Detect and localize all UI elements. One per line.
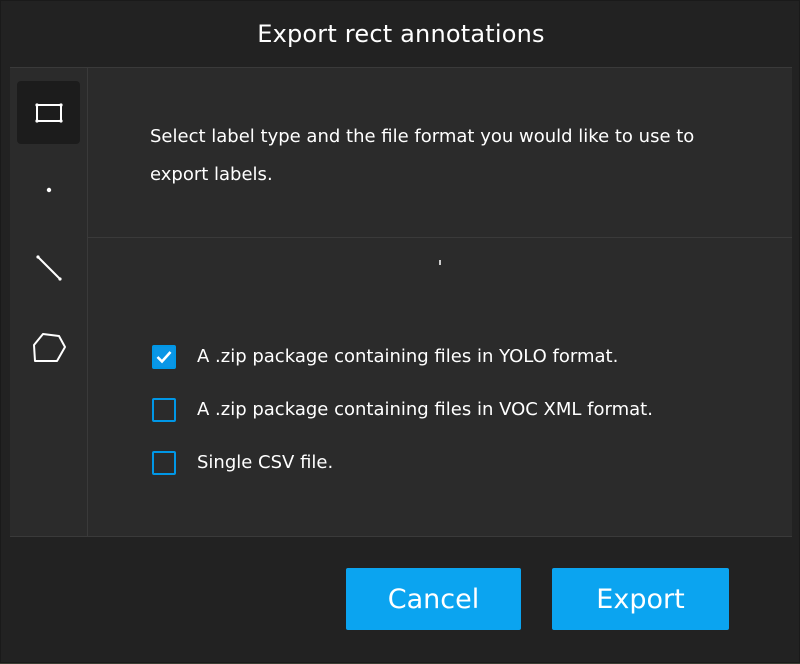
dialog-content: Select label type and the file format yo… <box>10 67 792 537</box>
small-mark <box>439 260 441 265</box>
yolo-checkbox[interactable] <box>152 344 176 369</box>
voc-xml-checkbox[interactable] <box>152 397 176 422</box>
label-type-toolbox <box>10 68 88 536</box>
format-options: A .zip package containing files in YOLO … <box>152 330 653 489</box>
option-label: Single CSV file. <box>197 452 334 473</box>
option-voc-xml[interactable]: A .zip package containing files in VOC X… <box>152 383 653 436</box>
csv-checkbox[interactable] <box>152 450 176 475</box>
tool-rect[interactable] <box>17 81 80 144</box>
option-csv[interactable]: Single CSV file. <box>152 436 653 489</box>
cancel-button[interactable]: Cancel <box>346 568 521 630</box>
export-button[interactable]: Export <box>552 568 729 630</box>
dialog-footer: Cancel Export <box>1 537 800 664</box>
line-icon <box>35 254 62 281</box>
section-divider <box>88 237 792 238</box>
checkmark-icon <box>156 350 172 363</box>
tool-point[interactable] <box>17 158 80 221</box>
point-icon <box>46 187 51 192</box>
option-yolo[interactable]: A .zip package containing files in YOLO … <box>152 330 653 383</box>
option-label: A .zip package containing files in VOC X… <box>197 399 653 420</box>
tool-polygon[interactable] <box>17 316 80 379</box>
dialog-title: Export rect annotations <box>257 20 545 48</box>
export-dialog: Export rect annotations Select label typ… <box>0 0 800 663</box>
polygon-icon <box>32 332 66 362</box>
dialog-header: Export rect annotations <box>1 1 800 67</box>
rectangle-icon <box>34 102 63 123</box>
option-label: A .zip package containing files in YOLO … <box>197 346 619 367</box>
export-description: Select label type and the file format yo… <box>150 126 695 185</box>
export-options-panel: Select label type and the file format yo… <box>88 68 792 536</box>
tool-line[interactable] <box>17 236 80 299</box>
